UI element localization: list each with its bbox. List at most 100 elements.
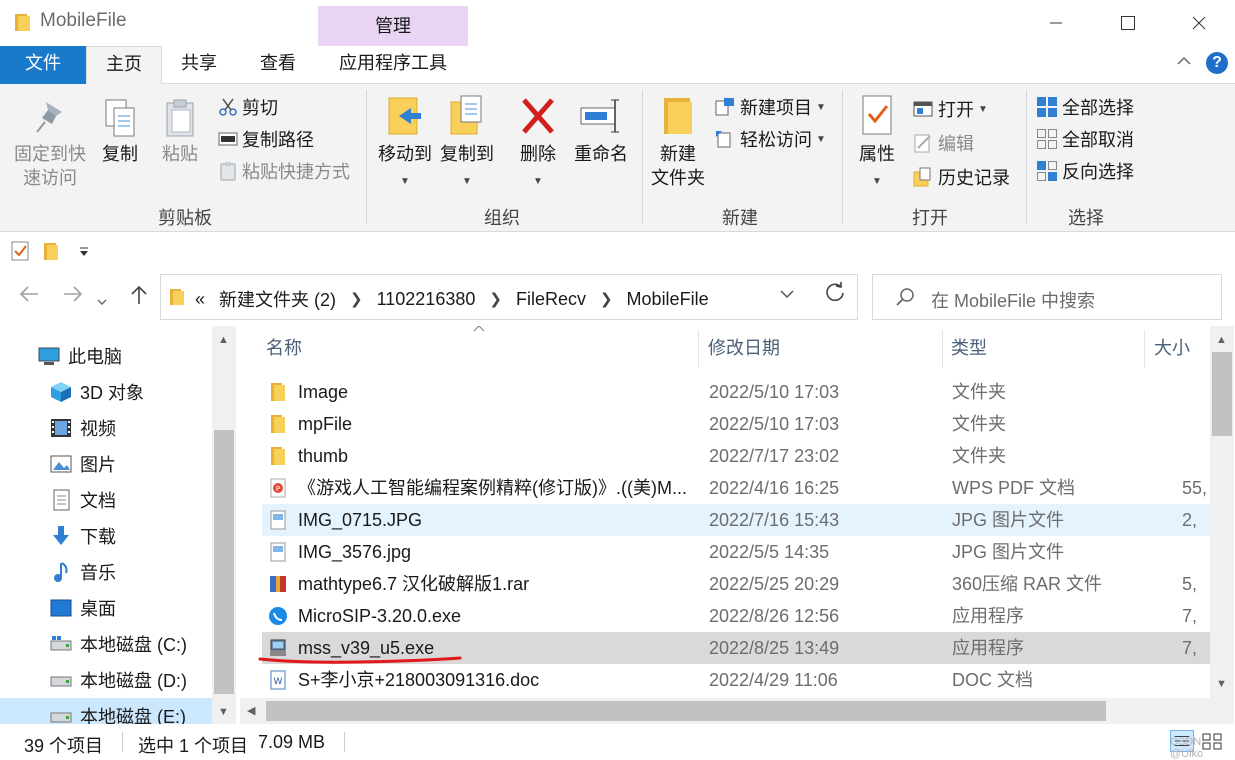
search-input[interactable]: 在 MobileFile 中搜索 [931, 287, 1095, 313]
copy-to-button[interactable]: 复制到 ▼ [436, 94, 498, 194]
copy-button[interactable]: 复制 [96, 98, 144, 166]
nav-pane-scrollbar[interactable]: ▲ ▼ [212, 326, 236, 724]
nav-item-documents[interactable]: 文档 [50, 482, 116, 518]
properties-button[interactable]: 属性 ▼ [852, 94, 902, 194]
table-row[interactable]: mpFile 2022/5/10 17:03 文件夹 [262, 408, 1210, 440]
breadcrumb-item[interactable]: FileRecv [516, 289, 586, 310]
nav-label: 桌面 [80, 599, 116, 619]
column-divider[interactable] [1144, 330, 1145, 368]
refresh-button[interactable] [812, 274, 858, 320]
forward-button[interactable] [62, 284, 84, 310]
scrollbar-thumb[interactable] [214, 430, 234, 694]
tab-home[interactable]: 主页 [86, 46, 162, 85]
open-label: 打开 [938, 100, 974, 120]
tab-share[interactable]: 共享 [166, 46, 232, 84]
delete-button[interactable]: 删除 ▼ [512, 94, 564, 194]
chevron-right-icon[interactable]: ❯ [600, 290, 613, 308]
maximize-button[interactable] [1092, 0, 1164, 46]
nav-item-drive-c[interactable]: 本地磁盘 (C:) [50, 626, 187, 662]
table-row[interactable]: IMG_0715.JPG 2022/7/16 15:43 JPG 图片文件 2, [262, 504, 1210, 536]
open-button[interactable]: 打开 ▼ [912, 96, 988, 122]
file-name: Image [298, 382, 349, 402]
properties-check-icon[interactable] [10, 240, 30, 262]
table-row[interactable]: Image 2022/5/10 17:03 文件夹 [262, 376, 1210, 408]
scroll-down-arrow-icon[interactable]: ▼ [1216, 678, 1227, 690]
minimize-button[interactable] [1020, 0, 1092, 46]
collapse-ribbon-icon[interactable] [1176, 54, 1192, 72]
column-header-size[interactable]: 大小 [1154, 326, 1210, 372]
copy-path-button[interactable]: 复制路径 [218, 126, 314, 152]
nav-item-music[interactable]: 音乐 [50, 554, 116, 590]
file-list-scrollbar[interactable]: ▲ ▼ [1210, 326, 1234, 698]
table-row[interactable]: P 《游戏人工智能编程案例精粹(修订版)》.((美)M... 2022/4/16… [262, 472, 1210, 504]
breadcrumb-item[interactable]: MobileFile [627, 289, 709, 310]
file-type: 文件夹 [952, 414, 1006, 434]
easy-access-button[interactable]: 轻松访问 ▼ [714, 126, 826, 152]
nav-item-pictures[interactable]: 图片 [50, 446, 116, 482]
column-divider[interactable] [942, 330, 943, 368]
scroll-up-arrow-icon[interactable]: ▲ [1216, 334, 1227, 346]
tab-file[interactable]: 文件 [0, 46, 86, 84]
scroll-left-arrow-icon[interactable]: ◀ [247, 704, 255, 717]
rename-button[interactable]: 重命名 [570, 94, 632, 166]
nav-item-videos[interactable]: 视频 [50, 410, 116, 446]
nav-item-this-pc[interactable]: 此电脑 [38, 338, 122, 374]
move-to-button[interactable]: 移动到 ▼ [374, 94, 436, 194]
tab-application-tools[interactable]: 应用程序工具 [318, 46, 468, 84]
tab-view[interactable]: 查看 [245, 46, 311, 84]
column-header-type[interactable]: 类型 [951, 326, 1141, 372]
scrollbar-thumb[interactable] [1212, 352, 1232, 436]
recent-locations-button[interactable] [96, 290, 108, 313]
folder-icon [271, 447, 285, 465]
new-folder-qat-icon[interactable] [42, 240, 60, 262]
nav-item-desktop[interactable]: 桌面 [50, 590, 116, 626]
table-row[interactable]: thumb 2022/7/17 23:02 文件夹 [262, 440, 1210, 472]
address-dropdown[interactable] [779, 287, 795, 303]
chevron-right-icon[interactable]: ❯ [350, 290, 363, 308]
close-button[interactable] [1163, 0, 1235, 46]
back-button[interactable] [18, 284, 40, 310]
table-row[interactable]: IMG_3576.jpg 2022/5/5 14:35 JPG 图片文件 [262, 536, 1210, 568]
customize-qat-icon[interactable] [78, 246, 90, 258]
breadcrumb-item[interactable]: 新建文件夹 (2) [219, 286, 336, 312]
column-header-name[interactable]: 名称 [266, 326, 696, 372]
new-folder-button[interactable]: 新建 文件夹 [648, 94, 708, 190]
breadcrumb-item[interactable]: 1102216380 [377, 289, 476, 310]
table-row[interactable]: W S+李小京+218003091316.doc 2022/4/29 11:06… [262, 664, 1210, 696]
tab-manage-context[interactable]: 管理 [318, 6, 468, 46]
history-label: 历史记录 [938, 168, 1010, 188]
table-row[interactable]: mathtype6.7 汉化破解版1.rar 2022/5/25 20:29 3… [262, 568, 1210, 600]
nav-item-3d-objects[interactable]: 3D 对象 [50, 374, 144, 410]
select-all-button[interactable]: 全部选择 [1036, 94, 1134, 120]
image-icon [270, 510, 286, 530]
column-divider[interactable] [698, 330, 699, 368]
column-header-date[interactable]: 修改日期 [708, 326, 938, 372]
address-bar[interactable]: « 新建文件夹 (2) ❯ 1102216380 ❯ FileRecv ❯ Mo… [160, 274, 858, 320]
invert-selection-button[interactable]: 反向选择 [1036, 158, 1134, 184]
nav-item-drive-e[interactable]: 本地磁盘 (E:) [0, 698, 212, 724]
scrollbar-thumb[interactable] [266, 701, 1106, 721]
file-name: IMG_3576.jpg [298, 542, 412, 562]
history-button[interactable]: 历史记录 [912, 164, 1010, 190]
breadcrumb-overflow[interactable]: « [195, 289, 205, 310]
pin-quick-access-button[interactable]: 固定到快 速访问 [8, 98, 92, 190]
new-item-button[interactable]: 新建项目 ▼ [714, 94, 826, 120]
help-icon[interactable]: ? [1206, 52, 1228, 74]
nav-item-drive-d[interactable]: 本地磁盘 (D:) [50, 662, 187, 698]
scroll-down-arrow-icon[interactable]: ▼ [218, 706, 229, 718]
up-button[interactable] [128, 284, 150, 312]
search-box[interactable]: 在 MobileFile 中搜索 [872, 274, 1222, 320]
chevron-right-icon[interactable]: ❯ [489, 290, 502, 308]
cut-button[interactable]: 剪切 [218, 94, 278, 120]
minimize-icon [1050, 22, 1062, 24]
edit-button[interactable]: 编辑 [912, 130, 974, 156]
select-none-button[interactable]: 全部取消 [1036, 126, 1134, 152]
paste-shortcut-button[interactable]: 粘贴快捷方式 [218, 158, 350, 184]
nav-item-downloads[interactable]: 下载 [50, 518, 116, 554]
table-row[interactable]: MicroSIP-3.20.0.exe 2022/8/26 12:56 应用程序… [262, 600, 1210, 632]
paste-button[interactable]: 粘贴 [156, 98, 204, 166]
scroll-up-arrow-icon[interactable]: ▲ [218, 334, 229, 346]
select-all-label: 全部选择 [1062, 98, 1134, 118]
word-doc-icon: W [270, 670, 286, 690]
horizontal-scrollbar[interactable]: ◀ [240, 698, 1210, 724]
